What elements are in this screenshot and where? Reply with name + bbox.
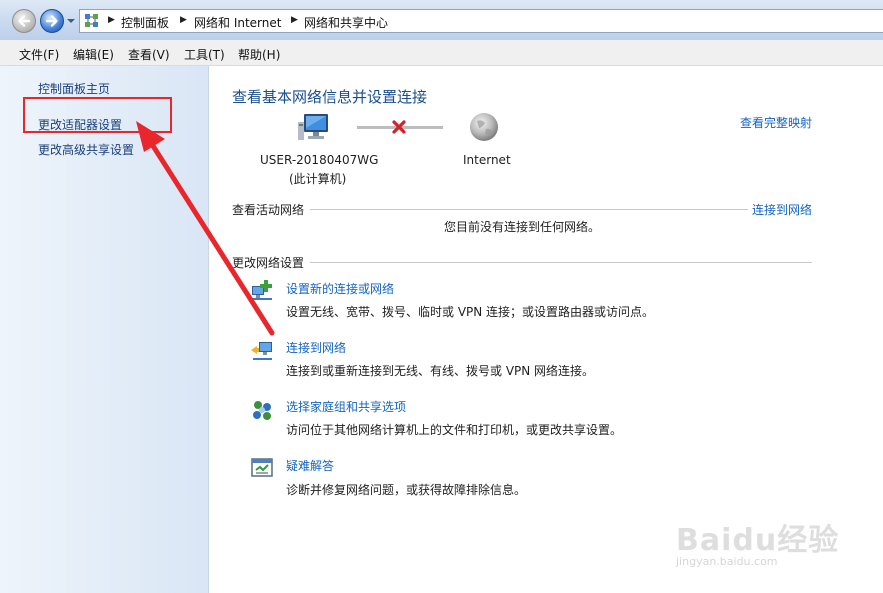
- internet-label: Internet: [463, 153, 511, 167]
- breadcrumb-control-panel[interactable]: 控制面板: [121, 14, 169, 31]
- task-troubleshoot-title[interactable]: 疑难解答: [286, 457, 334, 474]
- disconnected-x-icon[interactable]: [391, 119, 407, 135]
- internet-globe-icon: [470, 113, 498, 141]
- menu-edit[interactable]: 编辑(E): [73, 46, 114, 63]
- task-homegroup-desc: 访问位于其他网络计算机上的文件和打印机，或更改共享设置。: [286, 423, 623, 437]
- breadcrumb-separator[interactable]: ▶: [108, 15, 115, 25]
- connect-network-icon[interactable]: [250, 338, 274, 362]
- menu-file[interactable]: 文件(F): [19, 46, 59, 63]
- no-connection-text: 您目前没有连接到任何网络。: [444, 220, 601, 234]
- active-networks-heading: 查看活动网络: [232, 203, 305, 217]
- back-button[interactable]: [12, 9, 36, 33]
- breadcrumb-network-sharing-center[interactable]: 网络和共享中心: [304, 14, 388, 31]
- new-connection-icon[interactable]: [250, 278, 274, 302]
- task-new-connection-desc: 设置无线、宽带、拨号、临时或 VPN 连接；或设置路由器或访问点。: [286, 305, 655, 319]
- computer-sub-label: (此计算机): [289, 172, 347, 186]
- baidu-watermark-logo: Baidu经验: [676, 523, 840, 558]
- task-connect-network-desc: 连接到或重新连接到无线、有线、拨号或 VPN 网络连接。: [286, 364, 595, 378]
- task-new-connection-title[interactable]: 设置新的连接或网络: [286, 280, 394, 297]
- computer-icon: [298, 114, 328, 140]
- task-troubleshoot-desc: 诊断并修复网络问题，或获得故障排除信息。: [286, 483, 527, 497]
- change-settings-heading: 更改网络设置: [232, 256, 305, 270]
- highlight-box: [23, 97, 172, 133]
- sidebar-item-control-panel-home[interactable]: 控制面板主页: [38, 80, 110, 97]
- view-full-map-link[interactable]: 查看完整映射: [740, 114, 812, 131]
- back-arrow-icon: [18, 15, 31, 27]
- section-divider: [310, 209, 748, 210]
- computer-name: USER-20180407WG: [260, 153, 379, 167]
- menu-help[interactable]: 帮助(H): [238, 46, 280, 63]
- breadcrumb-separator[interactable]: ▶: [180, 15, 187, 25]
- breadcrumb-network-internet[interactable]: 网络和 Internet: [194, 14, 281, 31]
- section-divider: [310, 262, 812, 263]
- control-panel-network-icon: [85, 14, 98, 27]
- watermark-url: jingyan.baidu.com: [676, 555, 778, 568]
- breadcrumb-separator[interactable]: ▶: [291, 15, 298, 25]
- menu-view[interactable]: 查看(V): [128, 46, 170, 63]
- history-dropdown-icon[interactable]: [67, 17, 75, 25]
- sidebar-item-change-advanced-sharing[interactable]: 更改高级共享设置: [38, 141, 134, 158]
- troubleshoot-icon[interactable]: [250, 456, 274, 480]
- menu-tools[interactable]: 工具(T): [184, 46, 225, 63]
- connect-to-network-link[interactable]: 连接到网络: [752, 201, 812, 218]
- forward-button[interactable]: [40, 9, 64, 33]
- forward-arrow-icon: [45, 15, 58, 27]
- task-homegroup-title[interactable]: 选择家庭组和共享选项: [286, 398, 406, 415]
- page-title: 查看基本网络信息并设置连接: [232, 88, 428, 106]
- homegroup-icon[interactable]: [250, 398, 274, 422]
- task-connect-network-title[interactable]: 连接到网络: [286, 339, 346, 356]
